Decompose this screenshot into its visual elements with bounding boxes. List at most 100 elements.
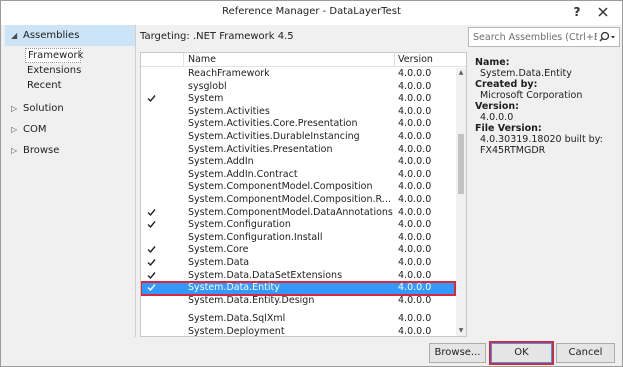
assembly-name: System.Data <box>188 256 250 268</box>
row-checkbox[interactable] <box>147 220 158 231</box>
table-row[interactable]: System.Data 4.0.0.0 <box>141 257 455 270</box>
assembly-version: 4.0.0.0 <box>398 193 432 205</box>
scroll-up-icon[interactable]: ▲ <box>457 69 465 77</box>
row-checkbox[interactable] <box>147 119 158 130</box>
column-divider[interactable] <box>183 53 184 67</box>
row-checkbox[interactable] <box>147 107 158 118</box>
vertical-scrollbar[interactable]: ▲ ▼ <box>456 68 466 336</box>
detail-file-version-label: File Version: <box>475 123 542 134</box>
close-icon <box>598 7 608 17</box>
title-bar: Reference Manager - DataLayerTest ? <box>1 1 622 25</box>
detail-file-version-value: 4.0.30319.18020 built by: <box>480 134 603 145</box>
search-icon[interactable] <box>599 30 617 45</box>
nav-item-recent[interactable]: Recent <box>5 78 135 93</box>
row-checkbox[interactable] <box>147 69 158 80</box>
row-checkbox[interactable] <box>147 157 158 168</box>
list-header: Name Version <box>141 53 466 67</box>
assembly-name: System.Data.DataSetExtensions <box>188 269 343 281</box>
scroll-down-icon[interactable]: ▼ <box>457 327 465 335</box>
assembly-version: 4.0.0.0 <box>398 80 432 92</box>
nav-group-browse[interactable]: ▷ Browse <box>5 140 135 161</box>
row-checkbox[interactable] <box>147 208 158 219</box>
table-row[interactable]: System.Configuration 4.0.0.0 <box>141 219 455 232</box>
assembly-version: 4.0.0.0 <box>398 130 432 142</box>
table-row[interactable]: System.Activities.DurableInstancing 4.0.0… <box>141 131 455 144</box>
detail-name-value: System.Data.Entity <box>480 68 572 79</box>
assembly-version: 4.0.0.0 <box>398 68 432 79</box>
row-checkbox[interactable] <box>147 132 158 143</box>
row-checkbox[interactable] <box>147 145 158 156</box>
nav-group-com[interactable]: ▷ COM <box>5 119 135 140</box>
assembly-name: System.Core <box>188 244 249 256</box>
row-checkbox[interactable] <box>147 283 158 294</box>
row-checkbox[interactable] <box>147 195 158 206</box>
checkmark-icon <box>147 208 156 216</box>
assembly-name: System.ComponentModel.Composition <box>188 181 373 193</box>
nav-group-solution[interactable]: ▷ Solution <box>5 98 135 119</box>
table-row[interactable]: System.Activities 4.0.0.0 <box>141 106 455 119</box>
row-checkbox[interactable] <box>147 271 158 282</box>
column-header-name[interactable]: Name <box>188 54 216 65</box>
assembly-version: 4.0.0.0 <box>398 256 432 268</box>
assembly-version: 4.0.0.0 <box>398 282 432 294</box>
assembly-name: System.AddIn.Contract <box>188 168 298 180</box>
table-row[interactable]: System.AddIn.Contract 4.0.0.0 <box>141 169 455 182</box>
assembly-version: 4.0.0.0 <box>398 118 432 130</box>
close-button[interactable] <box>592 1 614 23</box>
table-row[interactable]: ReachFramework 4.0.0.0 <box>141 68 455 81</box>
assembly-version: 4.0.0.0 <box>398 325 432 337</box>
row-checkbox[interactable] <box>147 314 158 325</box>
cancel-button[interactable]: Cancel <box>556 343 615 363</box>
checkmark-icon <box>147 221 156 229</box>
table-row[interactable]: System.ComponentModel.Composition 4.0.0.0 <box>141 181 455 194</box>
table-row-selected[interactable]: System.Data.Entity 4.0.0.0 <box>141 281 456 296</box>
table-row[interactable]: sysglobl 4.0.0.0 <box>141 81 455 94</box>
search-input[interactable] <box>473 30 597 45</box>
scroll-thumb[interactable] <box>458 134 464 194</box>
table-row[interactable]: System.AddIn 4.0.0.0 <box>141 156 455 169</box>
table-row[interactable]: System.Activities.Presentation 4.0.0.0 <box>141 144 455 157</box>
nav-item-extensions[interactable]: Extensions <box>5 63 135 78</box>
row-checkbox[interactable] <box>147 245 158 256</box>
column-divider[interactable] <box>394 53 395 67</box>
nav-group-assemblies[interactable]: ◢ Assemblies <box>5 25 135 46</box>
table-row[interactable]: System.Deployment 4.0.0.0 <box>141 325 455 337</box>
table-row[interactable]: System.Data.SqlXml 4.0.0.0 <box>141 313 455 326</box>
table-row[interactable]: System 4.0.0.0 <box>141 93 455 106</box>
search-box[interactable] <box>468 27 620 47</box>
row-checkbox[interactable] <box>147 233 158 244</box>
table-row[interactable]: System.ComponentModel.DataAnnotations 4.0… <box>141 207 455 220</box>
assembly-name: System.ComponentModel.Composition.Regist… <box>188 193 394 205</box>
table-row[interactable]: System.Configuration.Install 4.0.0.0 <box>141 232 455 245</box>
row-checkbox[interactable] <box>147 170 158 181</box>
assembly-version: 4.0.0.0 <box>398 181 432 193</box>
table-row[interactable]: System.Core 4.0.0.0 <box>141 244 455 257</box>
assemblies-subitems: Framework Extensions Recent <box>5 46 135 98</box>
column-header-version[interactable]: Version <box>398 54 433 65</box>
detail-version-value: 4.0.0.0 <box>480 112 514 123</box>
table-row[interactable]: System.Activities.Core.Presentation 4.0.0… <box>141 118 455 131</box>
help-button[interactable]: ? <box>566 1 588 23</box>
left-nav: ◢ Assemblies Framework Extensions Recent… <box>5 25 136 337</box>
row-checkbox[interactable] <box>147 258 158 269</box>
ok-button[interactable]: OK <box>489 341 554 365</box>
table-row[interactable]: System.Data.DataSetExtensions 4.0.0.0 <box>141 270 455 283</box>
table-row[interactable]: System.Data.Entity.Design 4.0.0.0 <box>141 295 455 308</box>
row-checkbox[interactable] <box>147 94 158 105</box>
list-rows: ReachFramework 4.0.0.0 sysglobl 4.0.0.0 Syst… <box>141 68 456 337</box>
row-checkbox[interactable] <box>147 327 158 336</box>
nav-group-label: COM <box>23 124 47 135</box>
assembly-name: System.AddIn <box>188 156 254 168</box>
row-checkbox[interactable] <box>147 296 158 307</box>
browse-button[interactable]: Browse... <box>429 343 486 363</box>
assembly-version: 4.0.0.0 <box>398 156 432 168</box>
detail-version-label: Version: <box>475 101 519 112</box>
assembly-name: System.ComponentModel.DataAnnotations <box>188 206 393 218</box>
assembly-name: System.Configuration.Install <box>188 231 323 243</box>
table-row[interactable]: System.ComponentModel.Composition.Regist… <box>141 194 455 207</box>
assembly-version: 4.0.0.0 <box>398 231 432 243</box>
row-checkbox[interactable] <box>147 82 158 93</box>
row-checkbox[interactable] <box>147 182 158 193</box>
assembly-name: System.Configuration <box>188 219 291 231</box>
nav-item-framework[interactable]: Framework <box>25 48 83 63</box>
